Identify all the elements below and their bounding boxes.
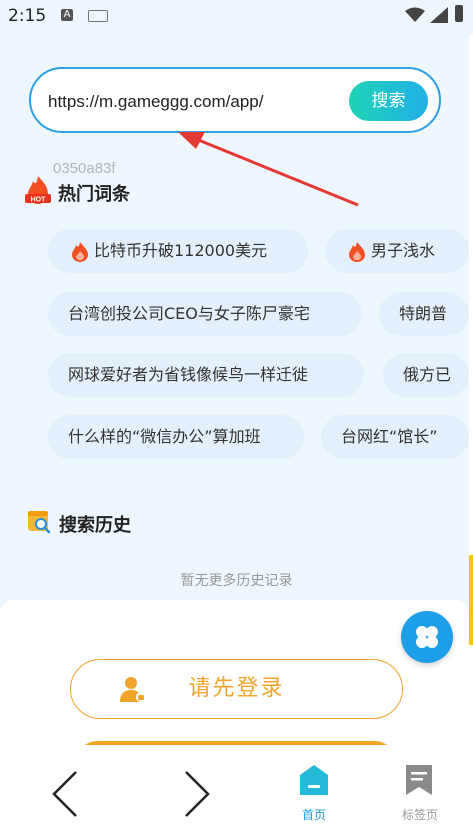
- hot-item-label: 比特币升破112000美元: [94, 241, 268, 260]
- url-input[interactable]: [48, 90, 338, 114]
- hot-item-label: 俄方已: [403, 365, 452, 384]
- hot-item-row1-2[interactable]: 男子浅水: [325, 229, 469, 273]
- forward-arrow-icon[interactable]: [180, 770, 212, 818]
- signal-icon: [430, 7, 448, 23]
- history-section-title: 搜索历史: [59, 515, 131, 536]
- home-icon[interactable]: [298, 763, 330, 797]
- status-time: 2:15: [8, 6, 47, 26]
- hot-item-label: 特朗普: [399, 304, 448, 323]
- notification-a-icon: A: [61, 9, 73, 21]
- hot-item-row2-2[interactable]: 特朗普: [379, 292, 469, 336]
- search-button[interactable]: 搜索: [349, 81, 428, 121]
- hot-item-row3-1[interactable]: 网球爱好者为省钱像候鸟一样迁徙: [48, 353, 364, 397]
- history-icon: [28, 511, 51, 534]
- hot-item-label: 台网红“馆长”: [341, 427, 438, 446]
- hot-item-label: 男子浅水: [371, 241, 436, 260]
- flame-icon: [72, 241, 88, 262]
- hot-flame-icon: HOT: [25, 176, 51, 204]
- flame-icon: [349, 241, 365, 262]
- hot-item-row4-1[interactable]: 什么样的“微信办公”算加班: [48, 415, 304, 459]
- login-label: 请先登录: [188, 676, 285, 701]
- wifi-icon: [405, 7, 425, 22]
- device-id-label: 0350a83f: [53, 160, 116, 177]
- floating-menu-button[interactable]: [401, 611, 453, 663]
- battery-icon: [455, 5, 463, 22]
- hot-badge: HOT: [31, 197, 47, 204]
- back-arrow-icon[interactable]: [50, 770, 82, 818]
- nav-home-label[interactable]: 首页: [296, 806, 332, 823]
- keyboard-icon: [88, 10, 108, 22]
- clover-icon: [416, 626, 438, 648]
- bookmark-icon[interactable]: [403, 763, 435, 797]
- history-empty-text: 暂无更多历史记录: [180, 573, 293, 589]
- edge-strip-accent: [469, 555, 473, 645]
- nav-tabs-label[interactable]: 标签页: [396, 806, 444, 823]
- hot-item-label: 什么样的“微信办公”算加班: [68, 427, 261, 446]
- hot-item-row3-2[interactable]: 俄方已: [383, 353, 469, 397]
- hot-item-row2-1[interactable]: 台湾创投公司CEO与女子陈尸豪宅: [48, 292, 362, 336]
- hot-item-row4-2[interactable]: 台网红“馆长”: [321, 415, 469, 459]
- hot-item-row1-1[interactable]: 比特币升破112000美元: [48, 229, 308, 273]
- hot-item-label: 台湾创投公司CEO与女子陈尸豪宅: [68, 304, 310, 323]
- hot-item-label: 网球爱好者为省钱像候鸟一样迁徙: [68, 365, 309, 384]
- edge-strip: [469, 34, 473, 840]
- hot-section-title: 热门词条: [58, 184, 130, 205]
